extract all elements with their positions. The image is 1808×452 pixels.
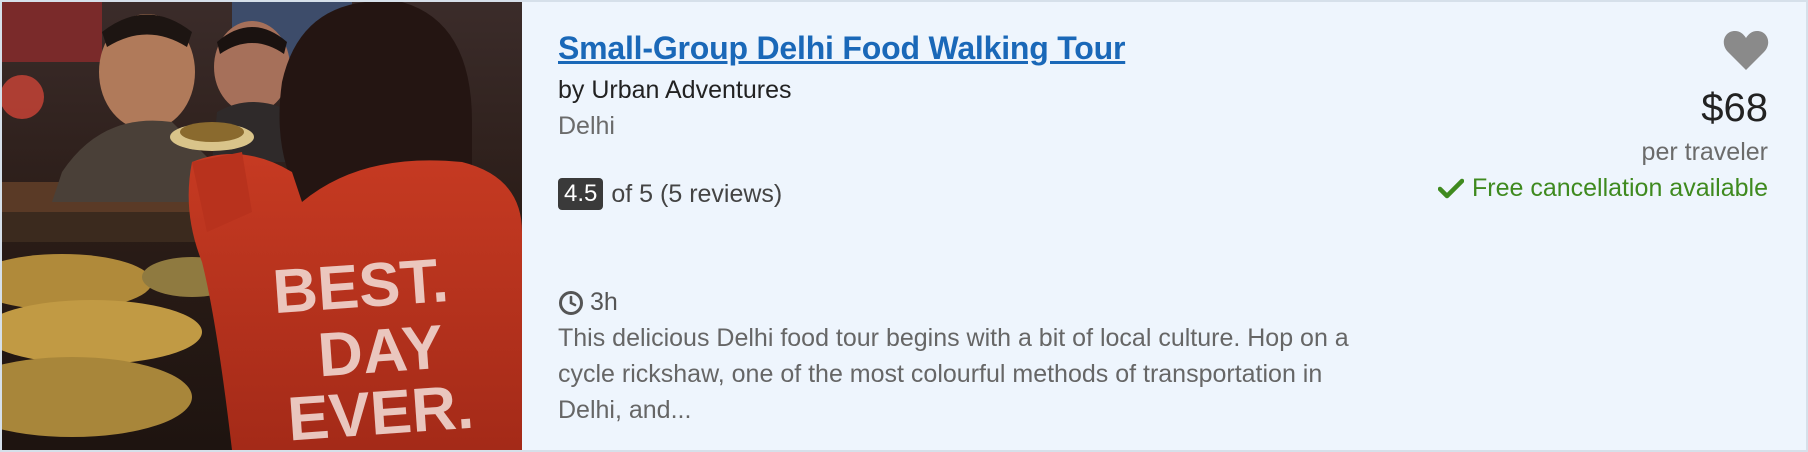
tour-rating: 4.5 of 5 (5 reviews) [558,178,782,210]
clock-icon [558,290,584,316]
jacket-text-line-3: EVER. [285,373,475,450]
tour-photo[interactable]: BEST. DAY EVER. [2,2,522,450]
tour-location: Delhi [558,112,615,140]
rating-badge: 4.5 [558,178,604,210]
free-cancellation: Free cancellation available [1437,174,1768,203]
tour-title-link[interactable]: Small-Group Delhi Food Walking Tour [558,30,1125,67]
checkmark-icon [1437,178,1464,200]
tour-description: This delicious Delhi food tour begins wi… [558,324,1349,424]
tour-photo-illustration: BEST. DAY EVER. [2,2,522,450]
price-unit: per traveler [1641,138,1768,166]
rating-text: of 5 (5 reviews) [611,179,783,208]
tour-duration: 3h [558,288,618,317]
tour-operator: by Urban Adventures [558,76,792,104]
duration-text: 3h [590,288,618,316]
tour-details: Small-Group Delhi Food Walking Tour by U… [522,2,1806,450]
tour-price: $68 [1701,86,1768,130]
heart-icon[interactable] [1722,28,1770,72]
tour-card[interactable]: BEST. DAY EVER. Small-Group Delhi Food W… [0,0,1808,452]
cancellation-text: Free cancellation available [1471,174,1768,202]
